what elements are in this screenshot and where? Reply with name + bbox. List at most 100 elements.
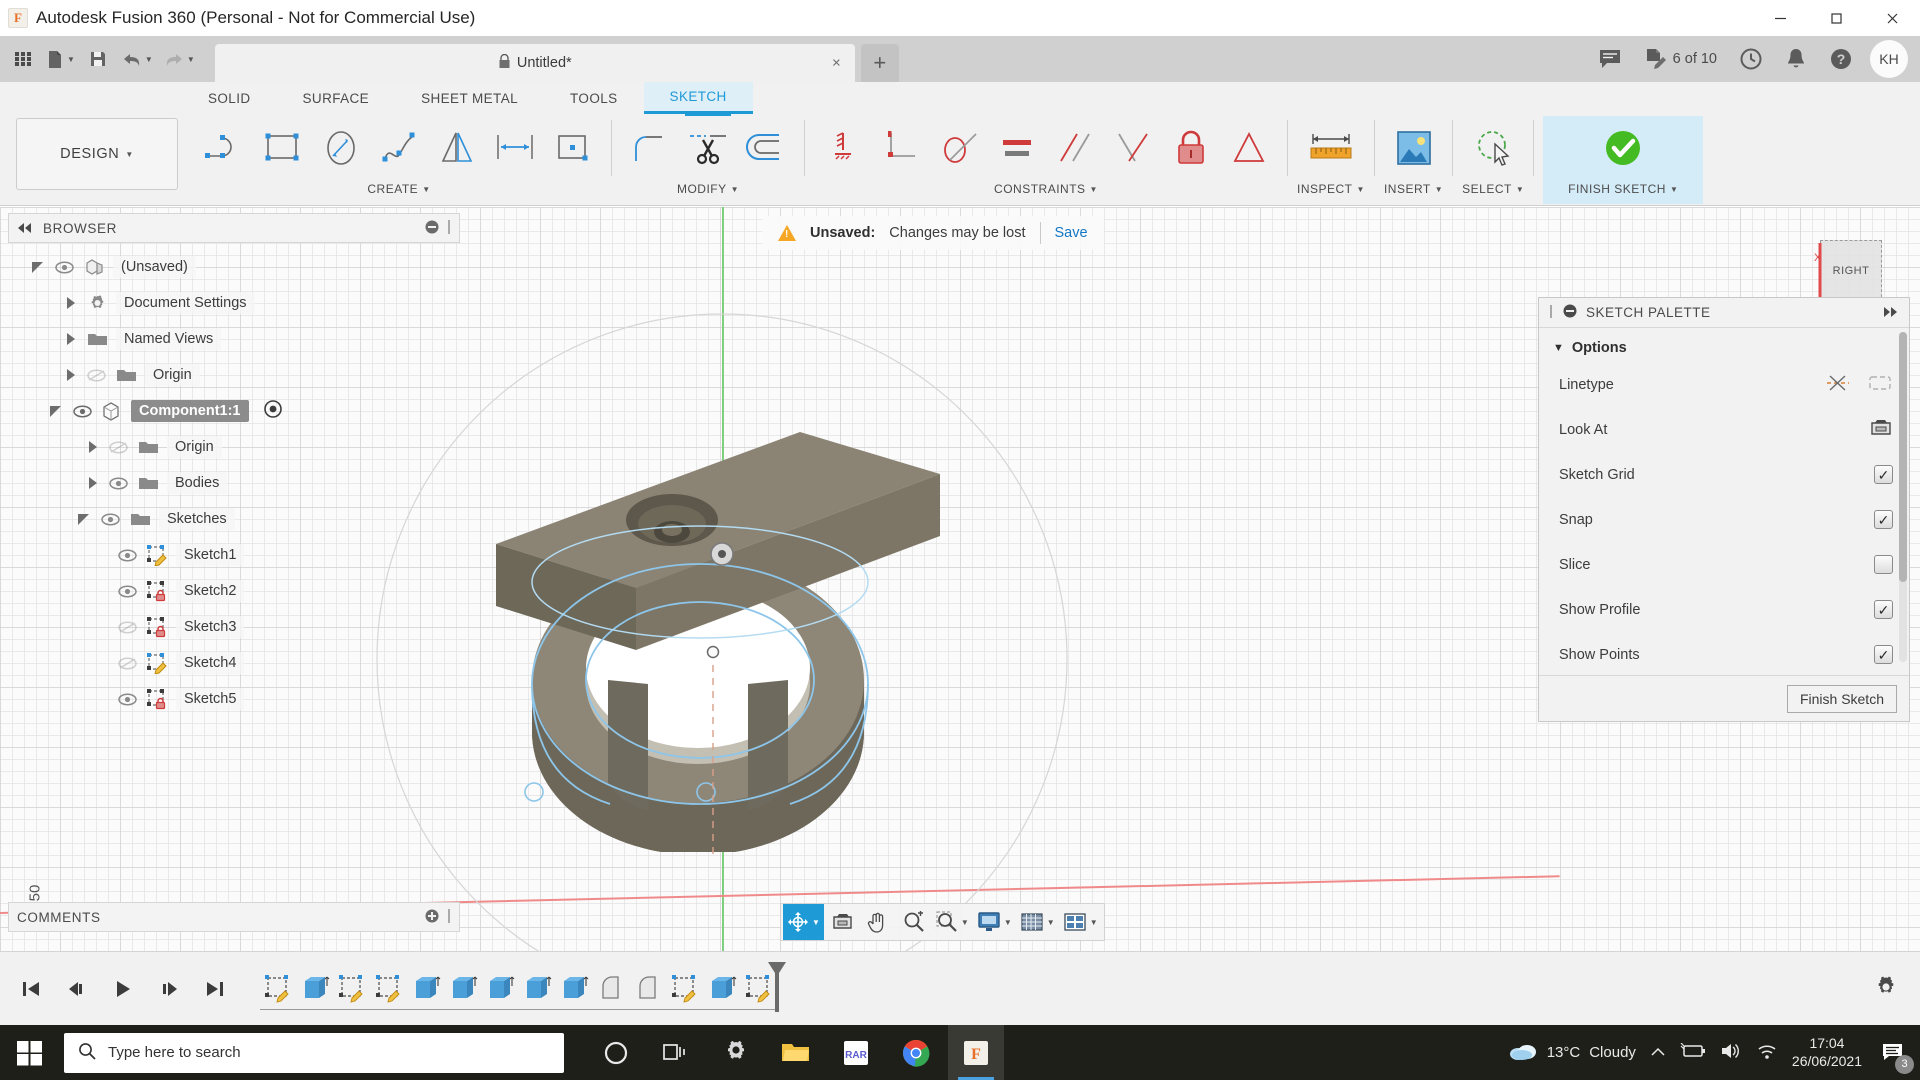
finish-sketch-label[interactable]: FINISH SKETCH ▼ [1568, 182, 1678, 196]
go-to-beginning-icon[interactable] [16, 974, 46, 1004]
chevron-down-icon[interactable]: ▼ [145, 55, 153, 64]
look-at-icon[interactable] [1869, 418, 1893, 442]
tree-item-document-settings[interactable]: Document Settings [8, 285, 460, 321]
play-icon[interactable] [108, 974, 138, 1004]
look-at-icon[interactable] [824, 904, 860, 940]
user-avatar[interactable]: KH [1870, 40, 1908, 78]
close-button[interactable] [1864, 0, 1920, 36]
tab-solid[interactable]: SOLID [182, 82, 277, 114]
minus-circle-icon[interactable] [1563, 304, 1577, 321]
collapse-left-icon[interactable] [17, 221, 33, 236]
tree-item-bodies[interactable]: Bodies [8, 465, 460, 501]
ribbon-group-finish-sketch[interactable]: FINISH SKETCH ▼ [1543, 116, 1704, 204]
expand-twist-icon[interactable] [50, 404, 64, 418]
trim-icon[interactable] [679, 112, 737, 178]
expand-twist-icon[interactable] [78, 512, 92, 526]
rectangular-pattern-icon[interactable] [544, 118, 602, 178]
sketch-grid-checkbox[interactable]: ✓ [1874, 465, 1893, 484]
tree-item-sketches[interactable]: Sketches [8, 501, 460, 537]
redo-icon[interactable]: ▼ [159, 42, 199, 76]
plus-circle-icon[interactable] [425, 909, 439, 926]
perpendicular-icon[interactable] [1104, 118, 1162, 178]
minus-circle-icon[interactable] [425, 220, 439, 237]
expand-twist-icon[interactable] [64, 368, 78, 382]
visibility-eye-off-icon[interactable] [116, 657, 138, 670]
tree-item-sketch3[interactable]: Sketch3 [8, 609, 460, 645]
slice-checkbox[interactable] [1874, 555, 1893, 574]
chevron-down-icon[interactable]: ▼ [961, 918, 969, 927]
grip-icon[interactable] [447, 219, 451, 237]
timeline-end-marker[interactable] [766, 961, 788, 1015]
rectangle-icon[interactable] [254, 118, 312, 178]
show-points-checkbox[interactable]: ✓ [1874, 645, 1893, 664]
tab-sketch[interactable]: SKETCH [643, 82, 753, 114]
save-icon[interactable] [81, 42, 115, 76]
equal-icon[interactable] [988, 118, 1046, 178]
palette-row-show-profile[interactable]: Show Profile ✓ [1539, 587, 1909, 632]
spline-icon[interactable] [370, 118, 428, 178]
line-icon[interactable] [196, 118, 254, 178]
tree-item-sketch2[interactable]: Sketch2 [8, 573, 460, 609]
go-to-end-icon[interactable] [200, 974, 230, 1004]
fillet-icon[interactable] [621, 118, 679, 178]
circle-icon[interactable] [312, 118, 370, 178]
visibility-eye-off-icon[interactable] [116, 621, 138, 634]
tree-item-sketch1[interactable]: Sketch1 [8, 537, 460, 573]
horizontal-vertical-icon[interactable] [814, 118, 872, 178]
comments-panel-header[interactable]: COMMENTS [8, 902, 460, 932]
grid-snaps-icon[interactable]: ▼ [1016, 904, 1059, 940]
comment-icon[interactable] [1589, 39, 1631, 79]
visibility-eye-icon[interactable] [116, 585, 138, 598]
help-icon[interactable]: ? [1820, 39, 1862, 79]
viewports-icon[interactable]: ▼ [1059, 904, 1102, 940]
measure-icon[interactable] [1302, 118, 1360, 178]
timeline-track[interactable] [260, 960, 786, 1018]
chevron-down-icon[interactable]: ▼ [187, 55, 195, 64]
workspace-selector[interactable]: DESIGN ▼ [16, 118, 178, 190]
palette-row-slice[interactable]: Slice [1539, 542, 1909, 587]
apps-grid-icon[interactable] [6, 42, 40, 76]
close-document-tab-button[interactable]: × [832, 55, 841, 72]
bell-icon[interactable] [1776, 39, 1816, 79]
show-profile-checkbox[interactable]: ✓ [1874, 600, 1893, 619]
tree-item-sketch4[interactable]: Sketch4 [8, 645, 460, 681]
offset-icon[interactable] [737, 118, 795, 178]
sketch-dimension-icon[interactable] [486, 118, 544, 178]
palette-row-show-points[interactable]: Show Points ✓ [1539, 632, 1909, 675]
model-3d-body[interactable] [480, 432, 940, 852]
file-explorer-icon[interactable] [768, 1025, 824, 1080]
fusion360-icon[interactable]: F [948, 1025, 1004, 1080]
pan-icon[interactable] [860, 904, 896, 940]
chevron-up-icon[interactable] [1650, 1045, 1666, 1061]
tree-item-named-views[interactable]: Named Views [8, 321, 460, 357]
step-back-icon[interactable] [62, 974, 92, 1004]
chevron-down-icon[interactable]: ▼ [67, 55, 75, 64]
tree-item-origin-component[interactable]: Origin [8, 429, 460, 465]
chrome-icon[interactable] [888, 1025, 944, 1080]
weather-widget[interactable]: 13°C Cloudy [1508, 1041, 1636, 1065]
visibility-eye-icon[interactable] [99, 513, 121, 526]
chevron-down-icon[interactable]: ▼ [1090, 918, 1098, 927]
new-tab-button[interactable]: + [860, 44, 899, 82]
finish-sketch-check-icon[interactable] [1594, 118, 1652, 178]
taskbar-search-box[interactable]: Type here to search [64, 1032, 564, 1073]
tab-tools[interactable]: TOOLS [544, 82, 644, 114]
save-link[interactable]: Save [1055, 225, 1088, 241]
symmetry-icon[interactable] [1220, 118, 1278, 178]
visibility-eye-icon[interactable] [116, 693, 138, 706]
document-tab[interactable]: Untitled* × [214, 44, 855, 82]
new-document-icon[interactable]: ▼ [42, 42, 79, 76]
tree-item-sketch5[interactable]: Sketch5 [8, 681, 460, 717]
visibility-eye-icon[interactable] [53, 261, 75, 274]
orbit-icon[interactable]: ▼ [783, 904, 824, 940]
visibility-eye-icon[interactable] [116, 549, 138, 562]
zoom-icon[interactable] [896, 904, 932, 940]
undo-icon[interactable]: ▼ [117, 42, 157, 76]
timeline-settings-icon[interactable] [1874, 975, 1920, 1002]
palette-row-sketch-grid[interactable]: Sketch Grid ✓ [1539, 452, 1909, 497]
zoom-window-icon[interactable]: ▼ [932, 904, 973, 940]
windows-start-icon[interactable] [0, 1025, 60, 1080]
battery-icon[interactable] [1680, 1042, 1706, 1062]
construction-line-icon[interactable] [1825, 373, 1851, 397]
insert-group-label[interactable]: INSERT ▼ [1384, 182, 1443, 196]
